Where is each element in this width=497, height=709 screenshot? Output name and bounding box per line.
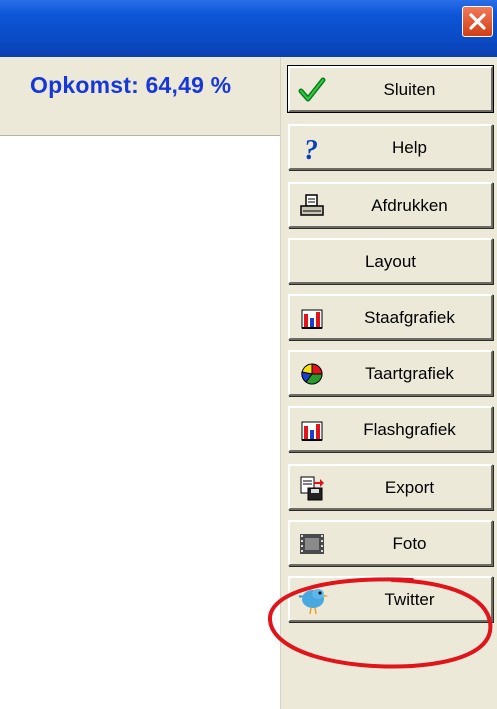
photo-button[interactable]: Foto bbox=[288, 520, 493, 566]
window-title-bar bbox=[0, 0, 497, 57]
annotation-circle bbox=[267, 577, 493, 669]
help-button[interactable]: ? Help bbox=[288, 124, 493, 170]
svg-text:?: ? bbox=[304, 135, 318, 162]
bar-chart-button-label: Staafgrafiek bbox=[364, 308, 455, 327]
pie-chart-button[interactable]: Taartgrafiek bbox=[288, 350, 493, 396]
bar-chart-icon bbox=[298, 416, 326, 444]
bar-chart-button[interactable]: Staafgrafiek bbox=[288, 294, 493, 340]
flash-chart-button[interactable]: Flashgrafiek bbox=[288, 406, 493, 452]
help-button-label: Help bbox=[392, 138, 427, 157]
flash-chart-button-label: Flashgrafiek bbox=[363, 420, 456, 439]
print-button[interactable]: Afdrukken bbox=[288, 182, 493, 228]
layout-button-label: Layout bbox=[364, 252, 417, 271]
turnout-label: Opkomst: 64,49 % bbox=[30, 72, 232, 98]
close-icon bbox=[469, 13, 486, 30]
window-close-button[interactable] bbox=[462, 6, 493, 37]
photo-button-label: Foto bbox=[392, 534, 427, 553]
pie-chart-button-label: Taartgrafiek bbox=[365, 364, 454, 383]
question-icon: ? bbox=[298, 134, 326, 166]
layout-button[interactable]: Layout bbox=[288, 238, 493, 284]
film-strip-icon bbox=[298, 530, 326, 558]
print-button-label: Afdrukken bbox=[371, 196, 448, 215]
close-button[interactable]: Sluiten bbox=[287, 65, 494, 113]
pie-chart-icon bbox=[298, 360, 326, 388]
export-button[interactable]: Export bbox=[288, 464, 493, 510]
export-disk-icon bbox=[298, 474, 326, 502]
export-button-label: Export bbox=[384, 478, 435, 497]
checkmark-icon bbox=[298, 76, 326, 104]
close-button-label: Sluiten bbox=[383, 80, 436, 99]
bar-chart-icon bbox=[298, 304, 326, 332]
printer-icon bbox=[298, 192, 326, 220]
